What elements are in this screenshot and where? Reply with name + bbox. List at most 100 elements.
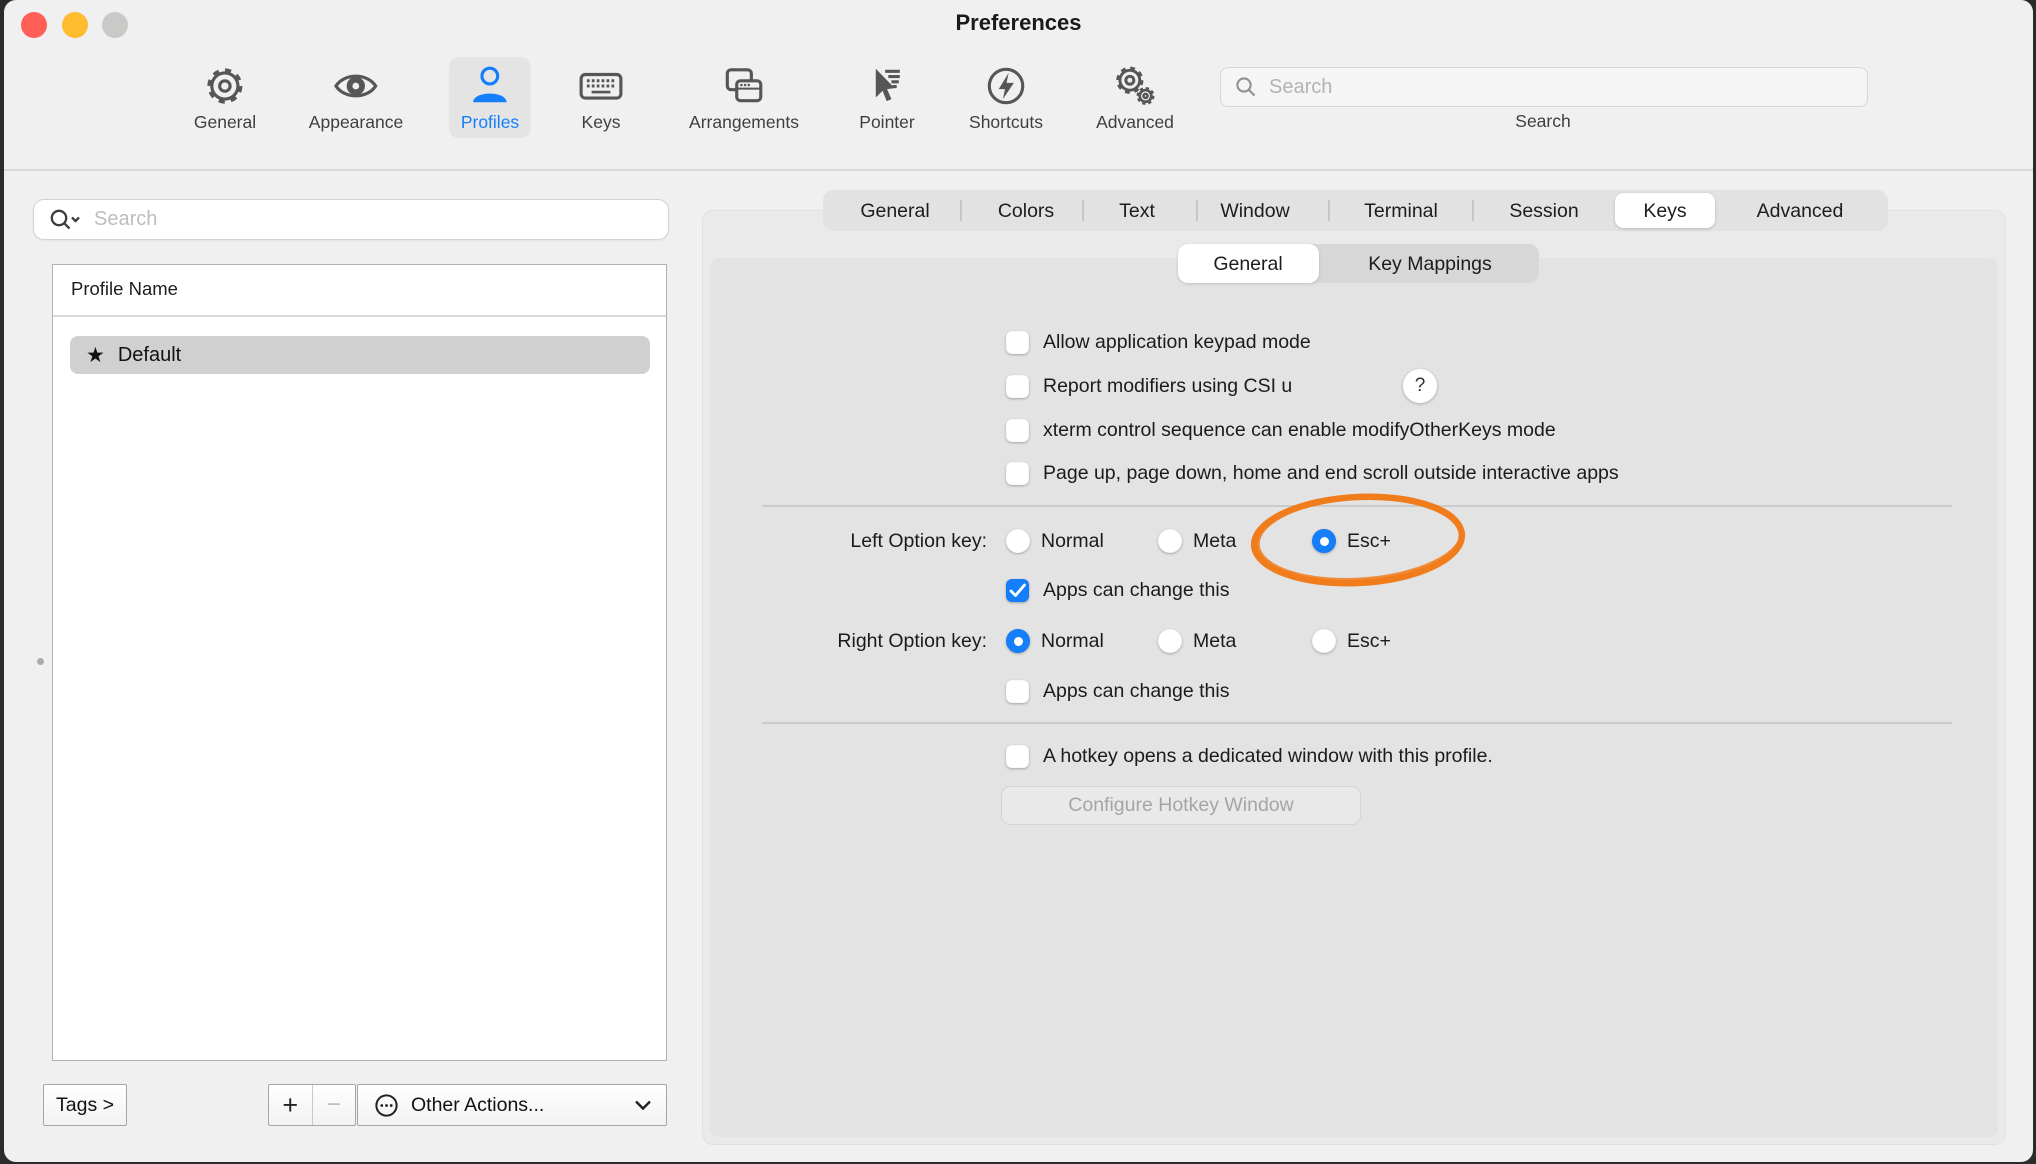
- gear-icon: [202, 63, 248, 109]
- section-separator: [762, 722, 1952, 724]
- radio[interactable]: [1006, 529, 1030, 553]
- toolbar-label: Keys: [582, 112, 621, 133]
- search-scope-icon[interactable]: [48, 207, 84, 233]
- bolt-icon: [983, 63, 1029, 109]
- toolbar-separator: [4, 169, 2033, 171]
- toolbar-item-keys[interactable]: Keys: [564, 57, 638, 138]
- radio-label[interactable]: Meta: [1193, 530, 1236, 553]
- windows-icon: [721, 63, 767, 109]
- remove-profile-button[interactable]: −: [312, 1085, 356, 1125]
- help-button[interactable]: ?: [1403, 369, 1437, 403]
- configure-hotkey-window-button[interactable]: Configure Hotkey Window: [1001, 786, 1361, 825]
- other-actions-button[interactable]: Other Actions...: [357, 1084, 667, 1126]
- toolbar-label: General: [194, 112, 256, 133]
- radio[interactable]: [1158, 529, 1182, 553]
- modify-other-keys-checkbox[interactable]: [1006, 419, 1029, 442]
- radio-label[interactable]: Meta: [1193, 630, 1236, 653]
- gears-icon: [1111, 63, 1159, 109]
- toolbar-item-advanced[interactable]: Advanced: [1084, 57, 1186, 138]
- right-apps-can-change-checkbox[interactable]: [1006, 680, 1029, 703]
- radio[interactable]: [1312, 629, 1336, 653]
- tab-separator: [1472, 200, 1474, 221]
- profile-list-panel: Profile Name ★ Default: [52, 264, 667, 1061]
- hotkey-window-checkbox[interactable]: [1006, 745, 1029, 768]
- window-title: Preferences: [4, 10, 2033, 36]
- radio-right-esc[interactable]: Esc+: [1312, 629, 1391, 653]
- tab-separator: [960, 200, 962, 221]
- tab-advanced[interactable]: Advanced: [1757, 196, 1844, 226]
- radio-label[interactable]: Normal: [1041, 630, 1104, 653]
- toolbar-item-shortcuts[interactable]: Shortcuts: [957, 57, 1055, 138]
- preferences-window: Preferences General Appearance Pro: [4, 0, 2033, 1162]
- checkbox-label[interactable]: Page up, page down, home and end scroll …: [1043, 462, 1619, 485]
- add-remove-group: + −: [268, 1084, 356, 1126]
- person-icon: [467, 63, 513, 109]
- chevron-down-icon: [634, 1099, 652, 1111]
- toolbar-item-general[interactable]: General: [182, 57, 268, 138]
- page-scroll-checkbox[interactable]: [1006, 462, 1029, 485]
- tab-general[interactable]: General: [860, 196, 929, 226]
- allow-keypad-checkbox[interactable]: [1006, 331, 1029, 354]
- toolbar-label: Advanced: [1096, 112, 1174, 133]
- profile-name: Default: [118, 344, 181, 367]
- splitter-dot[interactable]: [37, 658, 44, 665]
- toolbar-item-appearance[interactable]: Appearance: [297, 57, 415, 138]
- toolbar-search-input[interactable]: [1267, 75, 1831, 100]
- toolbar-item-profiles[interactable]: Profiles: [449, 57, 531, 138]
- tab-session[interactable]: Session: [1509, 196, 1578, 226]
- profile-tabstrip: [823, 190, 1888, 231]
- radio-left-normal[interactable]: Normal: [1006, 529, 1104, 553]
- checkbox-row: Apps can change this: [1006, 680, 1229, 703]
- toolbar-label: Pointer: [859, 112, 914, 133]
- header-separator: [53, 315, 666, 317]
- radio-selected[interactable]: [1312, 529, 1336, 553]
- radio[interactable]: [1158, 629, 1182, 653]
- toolbar-label: Shortcuts: [969, 112, 1043, 133]
- keyboard-icon: [576, 63, 626, 109]
- profile-search-field[interactable]: [33, 199, 669, 240]
- tags-button[interactable]: Tags >: [43, 1084, 127, 1126]
- checkbox-label[interactable]: Allow application keypad mode: [1043, 331, 1311, 354]
- keys-general-subpanel: [710, 258, 1998, 1137]
- radio-left-esc[interactable]: Esc+: [1312, 529, 1391, 553]
- ellipsis-circle-icon: [373, 1092, 400, 1119]
- checkbox-label[interactable]: Apps can change this: [1043, 680, 1229, 703]
- profile-search-input[interactable]: [92, 207, 636, 232]
- toolbar-search-caption: Search: [1220, 111, 1866, 132]
- toolbar-item-pointer[interactable]: Pointer: [847, 57, 926, 138]
- tab-colors[interactable]: Colors: [998, 196, 1054, 226]
- screenshot-stage: Preferences General Appearance Pro: [0, 0, 2036, 1164]
- tab-terminal[interactable]: Terminal: [1364, 196, 1438, 226]
- radio-left-meta[interactable]: Meta: [1158, 529, 1236, 553]
- toolbar-label: Profiles: [461, 112, 519, 133]
- radio-label[interactable]: Esc+: [1347, 530, 1391, 553]
- tab-window[interactable]: Window: [1220, 196, 1289, 226]
- radio-label[interactable]: Normal: [1041, 530, 1104, 553]
- tab-keys[interactable]: Keys: [1643, 196, 1686, 226]
- checkbox-label[interactable]: xterm control sequence can enable modify…: [1043, 419, 1556, 442]
- radio-selected[interactable]: [1006, 629, 1030, 653]
- checkbox-label[interactable]: Report modifiers using CSI u: [1043, 375, 1292, 398]
- subtab-key-mappings[interactable]: Key Mappings: [1368, 250, 1492, 278]
- radio-label[interactable]: Esc+: [1347, 630, 1391, 653]
- tab-separator: [1082, 200, 1084, 221]
- profile-row-default[interactable]: ★ Default: [70, 336, 650, 374]
- toolbar-search-field[interactable]: [1220, 67, 1868, 107]
- csi-u-checkbox[interactable]: [1006, 375, 1029, 398]
- subtab-general[interactable]: General: [1213, 250, 1282, 278]
- add-profile-button[interactable]: +: [269, 1085, 312, 1125]
- left-option-label: Left Option key:: [687, 529, 987, 553]
- tab-separator: [1328, 200, 1330, 221]
- profile-list-header: Profile Name: [71, 278, 178, 300]
- tab-separator: [1196, 200, 1198, 221]
- left-apps-can-change-checkbox[interactable]: [1006, 579, 1029, 602]
- other-actions-label: Other Actions...: [411, 1094, 544, 1117]
- radio-right-meta[interactable]: Meta: [1158, 629, 1236, 653]
- toolbar-label: Appearance: [309, 112, 403, 133]
- checkbox-row: A hotkey opens a dedicated window with t…: [1006, 745, 1493, 768]
- radio-right-normal[interactable]: Normal: [1006, 629, 1104, 653]
- toolbar-item-arrangements[interactable]: Arrangements: [677, 57, 811, 138]
- checkbox-label[interactable]: A hotkey opens a dedicated window with t…: [1043, 745, 1493, 768]
- tab-text[interactable]: Text: [1119, 196, 1155, 226]
- checkbox-label[interactable]: Apps can change this: [1043, 579, 1229, 602]
